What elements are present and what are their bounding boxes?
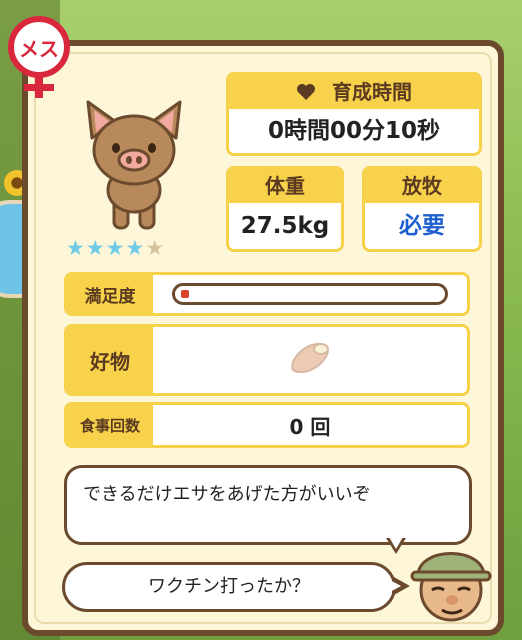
farmer-message-1: できるだけエサをあげた方がいいぞ	[64, 465, 472, 545]
satisfaction-bar	[172, 283, 448, 305]
growth-time-box: 育成時間 0時間00分10秒	[226, 72, 482, 156]
satisfaction-row: 満足度	[64, 272, 470, 316]
star-icon: ★	[85, 236, 105, 260]
star-rating: ★ ★ ★ ★ ★	[66, 236, 164, 260]
farmer-message-2[interactable]: ワクチン打ったか？	[62, 562, 396, 612]
meal-count-value: 0 回	[289, 414, 331, 439]
weight-label: 体重	[229, 169, 341, 203]
pig-icon	[86, 100, 182, 230]
weight-value: 27.5kg	[240, 213, 330, 239]
favorite-body	[153, 327, 467, 393]
sweet-potato-icon	[291, 342, 329, 374]
favorite-label: 好物	[67, 327, 153, 393]
grazing-value[interactable]: 必要	[365, 203, 479, 249]
meal-count-label: 食事回数	[67, 405, 153, 445]
bubble-tail-2-fill	[388, 579, 401, 593]
star-icon: ★	[145, 236, 165, 260]
growth-time-value: 0時間00分10秒	[267, 118, 441, 144]
star-icon: ★	[105, 236, 125, 260]
gender-label: メス	[19, 38, 59, 61]
gender-badge: メス	[8, 16, 70, 78]
satisfaction-label: 満足度	[67, 275, 153, 313]
star-icon: ★	[125, 236, 145, 260]
bubble-tail-1-fill	[389, 537, 403, 549]
star-icon: ★	[66, 236, 85, 260]
female-symbol-cross	[24, 84, 54, 91]
farmer-avatar-icon[interactable]	[410, 536, 492, 622]
favorite-food-row: 好物	[64, 324, 470, 396]
satisfaction-fill	[181, 290, 189, 298]
heart-icon	[297, 84, 315, 100]
satisfaction-body	[153, 275, 467, 313]
weight-box: 体重 27.5kg	[226, 166, 344, 252]
meal-count-row: 食事回数 0 回	[64, 402, 470, 448]
growth-time-label: 育成時間	[332, 80, 412, 104]
grazing-box[interactable]: 放牧 必要	[362, 166, 482, 252]
growth-time-header: 育成時間	[229, 75, 479, 109]
grazing-label: 放牧	[365, 169, 479, 203]
